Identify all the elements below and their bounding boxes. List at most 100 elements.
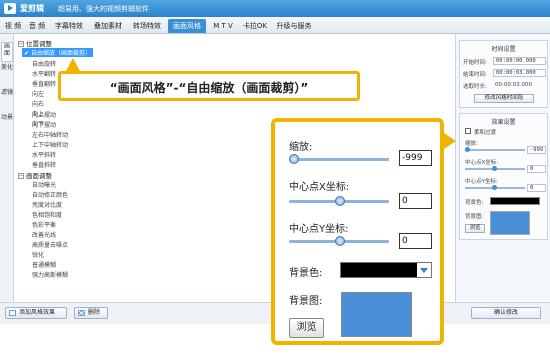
category-strip: 画面 美化 滤镜 动景	[0, 34, 14, 302]
center-x-slider-thumb[interactable]	[335, 196, 345, 206]
rp-browse-button[interactable]: 浏览	[465, 224, 485, 233]
bg-color-select[interactable]	[340, 262, 432, 278]
add-effect-button[interactable]: 添加风格效果	[5, 307, 67, 319]
confirm-button[interactable]: 确认修改	[471, 307, 541, 319]
scale-slider[interactable]	[289, 158, 389, 161]
tab-karaoke[interactable]: 卡拉OK	[240, 19, 270, 33]
tab-mtv[interactable]: M T V	[212, 19, 234, 33]
tree-item[interactable]: 向右	[32, 99, 44, 108]
tree-item[interactable]: 向下摆动	[32, 120, 56, 129]
tree-item[interactable]: 向上摆动	[32, 110, 56, 119]
rp-bgcolor-select[interactable]	[490, 197, 540, 205]
tree-item[interactable]: 亮度对比度	[32, 200, 62, 209]
app-name: 爱剪辑	[20, 4, 44, 13]
time-settings-section: 时间设置 开始时间: 00:00:00.000 结束时间: 00:00:03.0…	[459, 40, 548, 108]
vtab-picture[interactable]: 画面	[1, 42, 13, 62]
effect-settings-title: 效果设置	[491, 119, 516, 126]
vtab-filter[interactable]: 滤镜	[1, 89, 13, 109]
rp-cy-field[interactable]: 0	[527, 184, 546, 192]
collapse-icon[interactable]: −	[18, 41, 24, 47]
duration-value: 00:00:03.000	[495, 82, 532, 88]
rp-scale-slider-thumb[interactable]	[465, 147, 470, 152]
rp-scale-slider[interactable]	[465, 149, 525, 151]
time-settings-title: 时间设置	[491, 46, 516, 53]
tree-item[interactable]: 自动曝光	[32, 180, 56, 189]
add-effect-label: 添加风格效果	[19, 309, 56, 316]
rp-bgcolor-label: 背景色:	[465, 200, 484, 206]
vtab-dynamic[interactable]: 动景	[1, 114, 13, 134]
tree-item[interactable]: 垂直斜转	[32, 160, 56, 169]
tree-group-position[interactable]: − 位置调整	[18, 38, 52, 48]
instruction-banner: “画面风格”-“自由缩放（画面裁剪）”	[58, 71, 360, 101]
rp-bgimg-preview	[490, 211, 530, 235]
collapse-icon[interactable]: −	[18, 173, 24, 179]
center-y-label: 中心点Y坐标:	[289, 224, 349, 235]
tree-item[interactable]: 自由旋转	[32, 59, 56, 68]
tree-item[interactable]: 水平翻转	[32, 69, 56, 78]
modify-time-button[interactable]: 修改风格时间段	[474, 94, 534, 103]
center-x-label: 中心点X坐标:	[289, 182, 350, 193]
scale-input[interactable]: -999	[399, 150, 432, 166]
tree-item[interactable]: 高质量去噪点	[32, 240, 68, 249]
tree-item[interactable]: 自动修正颜色	[32, 190, 68, 199]
chevron-down-icon[interactable]	[417, 263, 431, 277]
center-y-slider-thumb[interactable]	[335, 236, 345, 246]
tree-item[interactable]: 色彩平衡	[32, 220, 56, 229]
tree-item[interactable]: 色相饱和度	[32, 210, 62, 219]
delete-label: 删除	[88, 309, 101, 316]
tree-item[interactable]: 上下中轴转动	[32, 140, 68, 149]
title-bar: 爱剪辑 超易用、强大的视频剪辑软件	[0, 0, 550, 17]
tree-group-picture-adjust[interactable]: − 画面调整	[18, 170, 52, 180]
bg-image-label: 背景图:	[289, 296, 323, 307]
duration-label: 选取时长:	[463, 84, 487, 90]
zoom-pointer-icon	[444, 133, 456, 149]
app-slogan: 超易用、强大的视频剪辑软件	[58, 5, 149, 13]
tree-item[interactable]: 垂直翻转	[32, 79, 56, 88]
add-effect-icon	[9, 310, 16, 316]
tree-item[interactable]: 左右中轴转动	[32, 130, 68, 139]
tree-item[interactable]: 改善光线	[32, 230, 56, 239]
bg-color-label: 背景色:	[289, 268, 323, 279]
tree-item[interactable]: 向左	[32, 89, 44, 98]
scale-label: 缩放:	[289, 142, 313, 153]
rp-bgimg-label: 背景图:	[465, 214, 484, 220]
rp-cy-label: 中心点Y坐标:	[465, 179, 498, 185]
rp-scale-label: 缩放:	[465, 141, 478, 147]
delete-icon	[78, 310, 85, 316]
end-time-field[interactable]: 00:00:03.000	[493, 69, 546, 77]
vtab-beautify[interactable]: 美化	[1, 64, 13, 84]
settings-panel: 时间设置 开始时间: 00:00:00.000 结束时间: 00:00:03.0…	[455, 34, 550, 302]
rp-cx-label: 中心点X坐标:	[465, 160, 499, 166]
tree-item[interactable]: 普通模糊	[32, 260, 56, 269]
scale-slider-thumb[interactable]	[289, 154, 299, 164]
rp-scale-field[interactable]: -999	[527, 146, 546, 154]
effect-settings-section: 效果设置 柔和过渡 缩放: -999 中心点X坐标: 0 中心点Y坐标: 0 背…	[459, 113, 548, 240]
soft-transition-checkbox[interactable]	[465, 128, 471, 134]
app-logo-icon	[4, 3, 16, 14]
tab-audio[interactable]: 音 频	[28, 19, 46, 33]
banner-text: “画面风格”-“自由缩放（画面裁剪）”	[109, 81, 309, 95]
center-y-input[interactable]: 0	[399, 233, 432, 249]
main-tab-bar: 视 频 音 频 字幕特效 叠加素材 转场特效 画面风格 M T V 卡拉OK 升…	[0, 17, 550, 34]
start-time-field[interactable]: 00:00:00.000	[493, 57, 546, 65]
tab-subtitle-effects[interactable]: 字幕特效	[52, 19, 86, 33]
tab-overlay-material[interactable]: 叠加素材	[91, 19, 125, 33]
rp-cy-slider-thumb[interactable]	[492, 185, 497, 190]
browse-button[interactable]: 浏览	[289, 318, 324, 338]
tree-item[interactable]: 强力高斯模糊	[32, 270, 68, 279]
start-time-label: 开始时间:	[463, 60, 487, 66]
center-x-input[interactable]: 0	[399, 193, 432, 209]
tree-item[interactable]: 锐化	[32, 250, 44, 259]
soft-transition-label: 柔和过渡	[474, 130, 497, 136]
rp-cx-field[interactable]: 0	[527, 165, 546, 173]
rp-cx-slider-thumb[interactable]	[492, 166, 497, 171]
tree-item[interactable]: 水平斜转	[32, 150, 56, 159]
tab-upgrade-service[interactable]: 升级与服务	[274, 19, 314, 33]
delete-button[interactable]: 删除	[74, 307, 108, 319]
tab-picture-style[interactable]: 画面风格	[168, 19, 206, 33]
tab-transition-effects[interactable]: 转场特效	[130, 19, 164, 33]
tree-item-free-scale[interactable]: ✔ 自由缩放（画面裁剪）	[22, 48, 93, 57]
tab-video[interactable]: 视 频	[4, 19, 22, 33]
zoomed-effect-settings: 缩放: -999 中心点X坐标: 0 中心点Y坐标: 0 背景色: 背景图: 浏…	[271, 118, 444, 345]
end-time-label: 结束时间:	[463, 72, 487, 78]
